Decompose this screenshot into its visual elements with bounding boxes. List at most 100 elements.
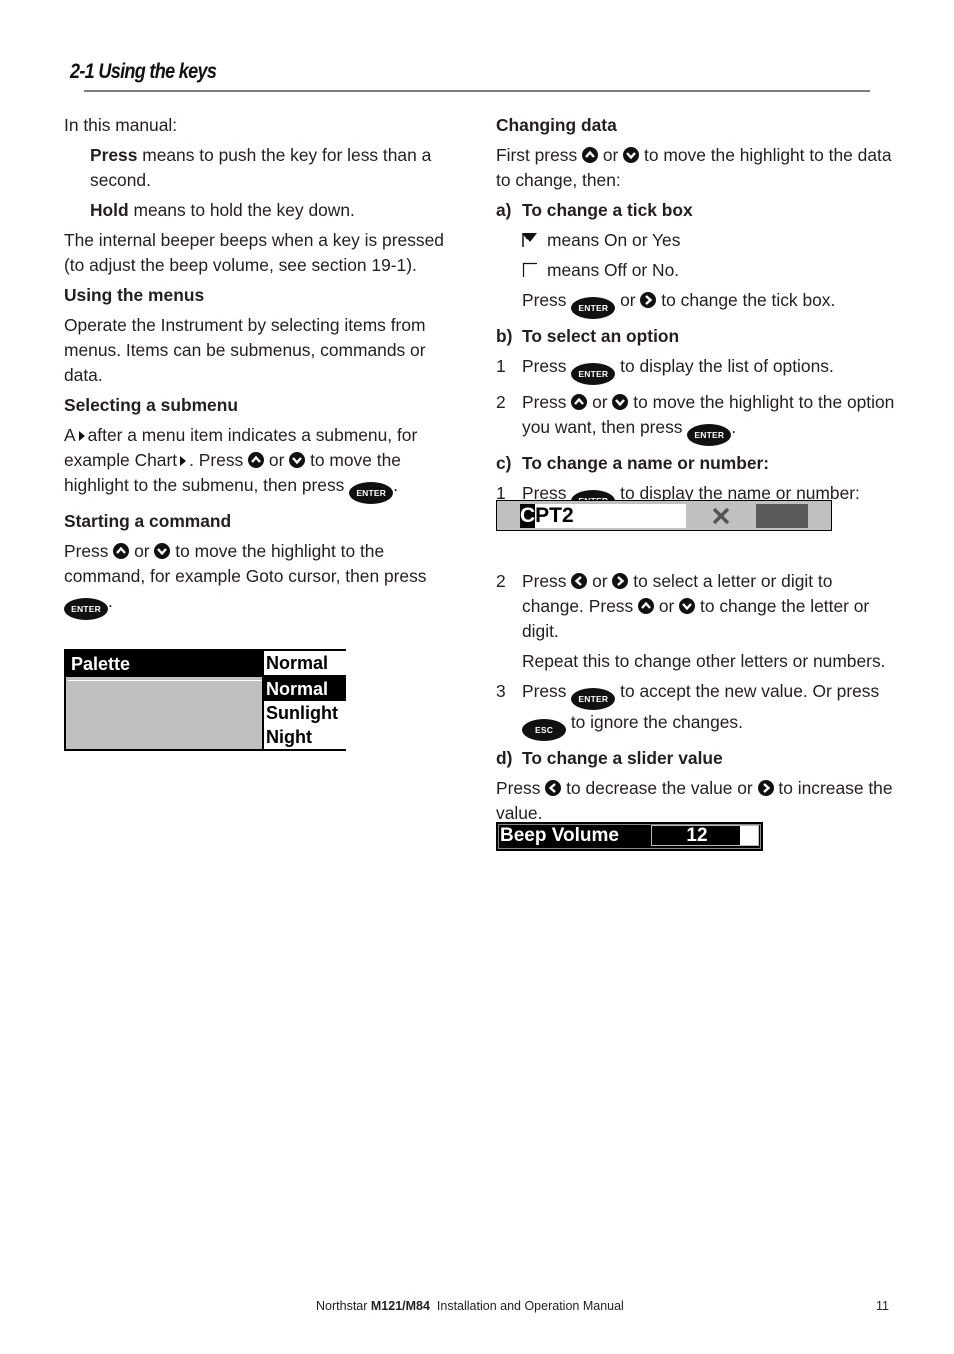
footer-manual: Installation and Operation Manual: [429, 1299, 624, 1313]
label-letter: d): [496, 748, 513, 768]
step-number: 2: [496, 392, 506, 412]
submenu-arrow-icon: [180, 456, 187, 466]
enter-key-icon: ENTER: [349, 482, 394, 504]
subsection-b-heading: b) To select an option: [496, 324, 896, 349]
step-b1: 1 Press ENTER to display the list of opt…: [496, 354, 896, 385]
palette-options-list: Normal Sunlight Night: [262, 677, 346, 749]
up-key-icon: [582, 147, 599, 163]
repeat-text: Repeat this to change other letters or n…: [522, 651, 886, 671]
text: .: [108, 591, 113, 611]
label-letter: b): [496, 326, 513, 346]
palette-option[interactable]: Night: [264, 725, 346, 749]
palette-menu-example: Palette Normal Normal Sunlight Night: [64, 649, 346, 751]
close-icon: [709, 504, 733, 528]
label-letter: a): [496, 200, 512, 220]
subsection-a-heading: a) To change a tick box: [496, 198, 896, 223]
press-def: means to push the key for less than a se…: [90, 145, 432, 190]
right-key-icon: [757, 780, 774, 796]
footer-title: Northstar M121/M84 Installation and Oper…: [316, 1299, 624, 1313]
label-text: To change a tick box: [522, 200, 693, 220]
up-key-icon: [113, 543, 130, 559]
right-column: Changing data First press or to move the…: [496, 113, 896, 831]
submenu-heading: Selecting a submenu: [64, 395, 238, 415]
enter-key-icon: ENTER: [64, 598, 108, 620]
title-rule: [84, 90, 870, 92]
text: Press: [496, 778, 541, 798]
command-heading: Starting a command: [64, 511, 232, 531]
text: Press: [522, 392, 567, 412]
slider-text: Press to decrease the value or to increa…: [496, 776, 896, 826]
down-key-icon: [623, 147, 640, 163]
text: or: [602, 145, 619, 165]
text: First press: [496, 145, 578, 165]
subsection-d-heading: d) To change a slider value: [496, 746, 896, 771]
text: means On or Yes: [547, 230, 681, 250]
step-number: 1: [496, 356, 506, 376]
step-number: 3: [496, 681, 506, 701]
text: . Press: [189, 450, 244, 470]
text: or: [658, 596, 675, 616]
footer-brand: Northstar: [316, 1299, 371, 1313]
left-column: In this manual: Press means to push the …: [64, 113, 464, 625]
beeper-text: The internal beeper beeps when a key is …: [64, 230, 444, 275]
down-key-icon: [154, 543, 171, 559]
down-key-icon: [289, 452, 306, 468]
palette-option[interactable]: Sunlight: [264, 701, 346, 725]
name-field[interactable]: CPT2: [520, 504, 686, 528]
changing-heading: Changing data: [496, 115, 617, 135]
palette-option[interactable]: Normal: [264, 677, 346, 701]
name-rest: PT2: [535, 504, 574, 527]
text: Press: [64, 541, 109, 561]
step-text: Press ENTER to accept the new value. Or …: [522, 679, 896, 741]
text: or: [592, 571, 608, 591]
text: to change the tick box.: [661, 290, 836, 310]
text: means Off or No.: [547, 260, 680, 280]
menus-text: Operate the Instrument by selecting item…: [64, 315, 426, 385]
slider-label: Beep Volume: [500, 825, 619, 846]
text: Press: [522, 290, 567, 310]
down-key-icon: [612, 394, 629, 410]
step-c3: 3 Press ENTER to accept the new value. O…: [496, 679, 896, 741]
enter-key-icon: ENTER: [571, 297, 616, 319]
slider-track[interactable]: 12: [651, 825, 759, 846]
text: .: [731, 417, 737, 437]
beep-volume-slider-example: Beep Volume 12: [496, 822, 763, 851]
esc-key-icon: ESC: [522, 719, 566, 741]
text: Press: [522, 571, 567, 591]
label-letter: c): [496, 453, 512, 473]
step-c2: 2 Press or to select a letter or digit t…: [496, 569, 896, 644]
menus-heading: Using the menus: [64, 285, 205, 305]
page-number: 11: [876, 1299, 889, 1313]
text: Press: [522, 356, 567, 376]
up-key-icon: [571, 394, 588, 410]
text: to display the list of options.: [620, 356, 834, 376]
enter-key-icon: ENTER: [571, 688, 616, 710]
enter-key-icon: ENTER: [687, 424, 732, 446]
separator: [68, 680, 262, 681]
section-title: 2-1 Using the keys: [70, 60, 217, 83]
palette-label: Palette: [66, 651, 262, 677]
step-b2: 2 Press or to move the highlight to the …: [496, 390, 896, 446]
hold-term: Hold: [90, 200, 129, 220]
label-text: To select an option: [522, 326, 680, 346]
label-text: To change a name or number:: [522, 453, 770, 473]
up-key-icon: [248, 452, 265, 468]
slider-value: 12: [686, 825, 708, 846]
subsection-c-heading: c) To change a name or number:: [496, 451, 896, 476]
text: .: [393, 475, 399, 495]
hold-def: means to hold the key down.: [128, 200, 355, 220]
press-definition: Press means to push the key for less tha…: [64, 143, 464, 193]
submenu-arrow-icon: [78, 431, 85, 441]
footer-model: M121/M84: [370, 1299, 430, 1313]
right-key-icon: [640, 292, 657, 308]
unchecked-tickbox-icon: [522, 260, 539, 277]
text: to decrease the value or: [566, 778, 753, 798]
left-key-icon: [545, 780, 562, 796]
press-term: Press: [90, 145, 138, 165]
changing-text: First press or to move the highlight to …: [496, 143, 896, 193]
left-key-icon: [571, 573, 588, 589]
palette-current-value[interactable]: Normal: [262, 651, 346, 677]
dark-block: [756, 504, 808, 528]
step-text: Press ENTER to display the list of optio…: [522, 354, 896, 385]
checked-tickbox-icon: [522, 230, 539, 247]
